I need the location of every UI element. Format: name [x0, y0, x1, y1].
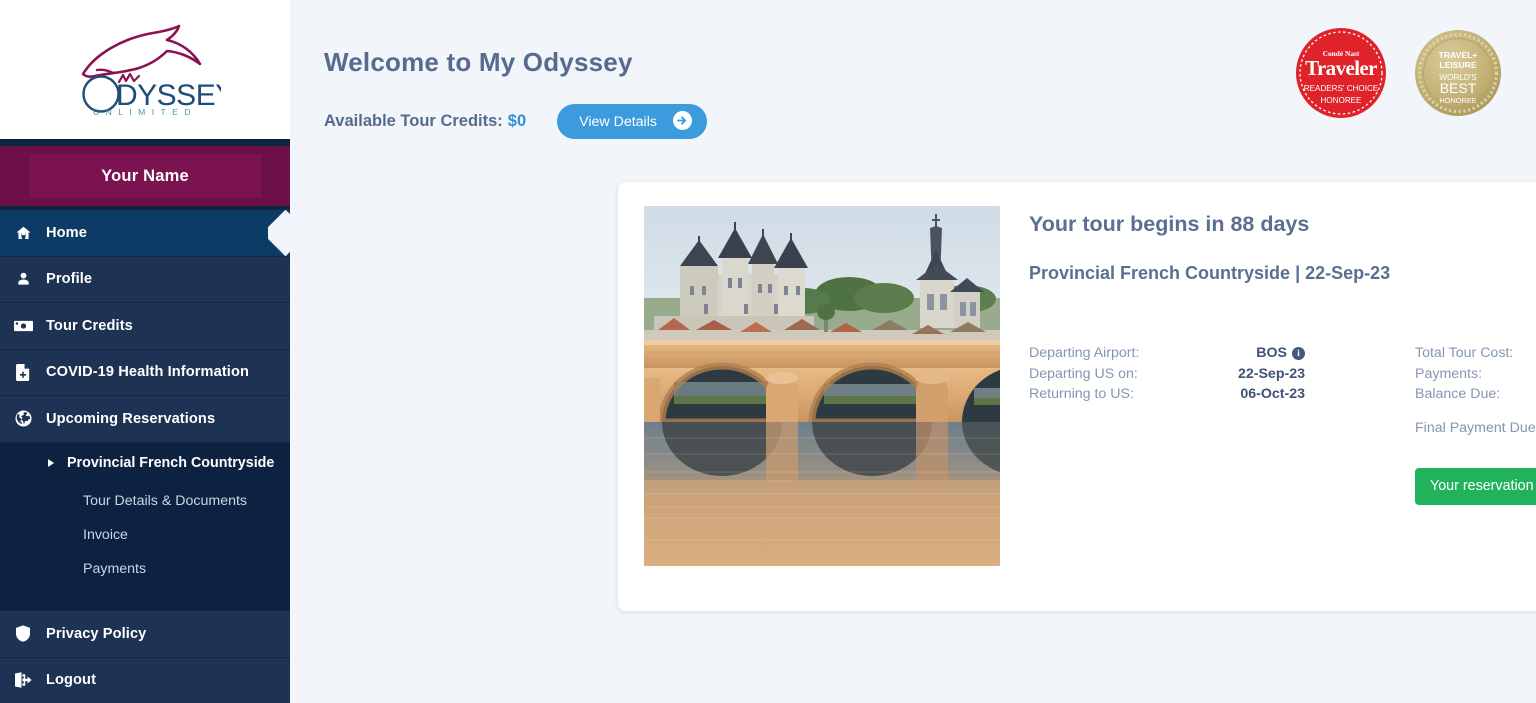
sidebar-bottom-nav: Privacy Policy Logout: [0, 610, 290, 703]
sidebar-subnav: Provincial French Countryside Tour Detai…: [0, 443, 290, 594]
detail-row-balance-due: Balance Due: $0: [1415, 384, 1536, 405]
subnav-parent-label: Provincial French Countryside: [67, 455, 274, 471]
departing-airport-value: BOS: [1256, 343, 1287, 364]
main-content: Welcome to My Odyssey Available Tour Cre…: [290, 0, 1536, 703]
logout-icon: [0, 672, 46, 688]
subnav-item-label: Invoice: [83, 527, 128, 543]
detail-label: Balance Due:: [1415, 384, 1500, 405]
status-badge: Your reservation is paid in full: [1415, 468, 1536, 505]
view-details-button[interactable]: View Details: [557, 104, 707, 139]
user-name-panel: Your Name: [29, 154, 261, 198]
detail-label: Returning to US:: [1029, 384, 1134, 405]
subnav-item-tour-details[interactable]: Tour Details & Documents: [0, 484, 290, 518]
subnav-item-invoice[interactable]: Invoice: [0, 518, 290, 552]
subnav-item-label: Tour Details & Documents: [83, 493, 247, 509]
award-badges: Condé Nast Traveler READERS' CHOICE HONO…: [1295, 27, 1502, 119]
detail-row-departing-airport: Departing Airport: BOS i: [1029, 343, 1305, 364]
sidebar-item-covid-info[interactable]: COVID-19 Health Information: [0, 350, 290, 397]
detail-value: BOS i: [1256, 343, 1305, 364]
detail-label: Departing Airport:: [1029, 343, 1139, 364]
detail-label: Payments:: [1415, 364, 1482, 385]
sidebar-item-label: Home: [46, 225, 87, 241]
sidebar-item-logout[interactable]: Logout: [0, 657, 290, 703]
detail-value: 06-Oct-23: [1240, 384, 1305, 405]
shield-icon: [0, 625, 46, 642]
globe-icon: [0, 410, 46, 427]
active-indicator: [268, 210, 290, 257]
document-plus-icon: [0, 364, 46, 381]
user-name-label: Your Name: [101, 167, 189, 186]
svg-text:Traveler: Traveler: [1305, 56, 1377, 80]
user-icon: [0, 271, 46, 287]
detail-label: Total Tour Cost:: [1415, 343, 1513, 364]
caret-right-icon: [48, 459, 54, 467]
svg-text:BEST: BEST: [1440, 80, 1477, 96]
sidebar-item-label: Profile: [46, 271, 92, 287]
sidebar-item-tour-credits[interactable]: Tour Credits: [0, 303, 290, 350]
tour-countdown-heading: Your tour begins in 88 days: [1029, 212, 1536, 237]
detail-columns: Departing Airport: BOS i Departing US on…: [1029, 343, 1536, 505]
sidebar-item-profile[interactable]: Profile: [0, 257, 290, 304]
user-name-band: Your Name: [0, 142, 290, 210]
arrow-right-circle-icon: [673, 111, 692, 133]
detail-row-returning-date: Returning to US: 06-Oct-23: [1029, 384, 1305, 405]
sidebar-item-privacy-policy[interactable]: Privacy Policy: [0, 610, 290, 657]
detail-row-final-payment-due: Final Payment Due: 19-Jun-23: [1415, 418, 1536, 439]
sidebar-item-label: Logout: [46, 672, 96, 688]
money-icon: [0, 319, 46, 333]
info-icon[interactable]: i: [1292, 347, 1305, 360]
svg-text:READERS' CHOICE: READERS' CHOICE: [1304, 84, 1379, 93]
sidebar: DYSSEYS UNLIMITED Your Name Home: [0, 0, 290, 703]
logo-container[interactable]: DYSSEYS UNLIMITED: [0, 0, 290, 142]
odysseys-unlimited-logo: DYSSEYS UNLIMITED: [69, 24, 221, 116]
subnav-parent-provincial-french-countryside[interactable]: Provincial French Countryside: [0, 443, 290, 484]
sidebar-item-upcoming-reservations[interactable]: Upcoming Reservations: [0, 396, 290, 443]
svg-text:UNLIMITED: UNLIMITED: [93, 107, 197, 116]
detail-value: 22-Sep-23: [1238, 364, 1305, 385]
reservation-card: Your tour begins in 88 days Provincial F…: [618, 182, 1536, 611]
view-details-label: View Details: [579, 114, 657, 130]
detail-row-payments: Payments: $225: [1415, 364, 1536, 385]
tour-photo: [644, 206, 1000, 566]
tour-credits-label: Available Tour Credits:: [324, 112, 503, 131]
svg-text:HONOREE: HONOREE: [1321, 96, 1363, 105]
travel-details-column: Departing Airport: BOS i Departing US on…: [1029, 343, 1305, 505]
detail-row-total-cost: Total Tour Cost: $225: [1415, 343, 1536, 364]
svg-text:LEISURE: LEISURE: [1439, 60, 1477, 70]
sidebar-nav: Home Profile Tour Credits COVID-19: [0, 210, 290, 610]
tour-credits-value: $0: [508, 112, 526, 131]
detail-label: Departing US on:: [1029, 364, 1138, 385]
travel-leisure-badge: TRAVEL+ LEISURE WORLD'S BEST HONOREE: [1414, 29, 1502, 117]
detail-label: Final Payment Due:: [1415, 418, 1536, 439]
home-icon: [0, 225, 46, 241]
sidebar-item-label: Upcoming Reservations: [46, 411, 215, 427]
svg-text:TRAVEL+: TRAVEL+: [1439, 50, 1478, 60]
sidebar-item-home[interactable]: Home: [0, 210, 290, 257]
tour-info: Your tour begins in 88 days Provincial F…: [1000, 206, 1536, 566]
tour-name-date: Provincial French Countryside | 22-Sep-2…: [1029, 263, 1536, 284]
sidebar-item-label: COVID-19 Health Information: [46, 364, 249, 380]
detail-row-departing-date: Departing US on: 22-Sep-23: [1029, 364, 1305, 385]
conde-nast-traveler-badge: Condé Nast Traveler READERS' CHOICE HONO…: [1295, 27, 1387, 119]
app-root: DYSSEYS UNLIMITED Your Name Home: [0, 0, 1536, 703]
sidebar-item-label: Tour Credits: [46, 318, 133, 334]
sidebar-item-label: Privacy Policy: [46, 626, 146, 642]
cost-details-column: Total Tour Cost: $225 Payments: $225 Bal…: [1415, 343, 1536, 505]
subnav-item-payments[interactable]: Payments: [0, 552, 290, 586]
svg-text:HONOREE: HONOREE: [1439, 96, 1476, 105]
subnav-item-label: Payments: [83, 561, 146, 577]
